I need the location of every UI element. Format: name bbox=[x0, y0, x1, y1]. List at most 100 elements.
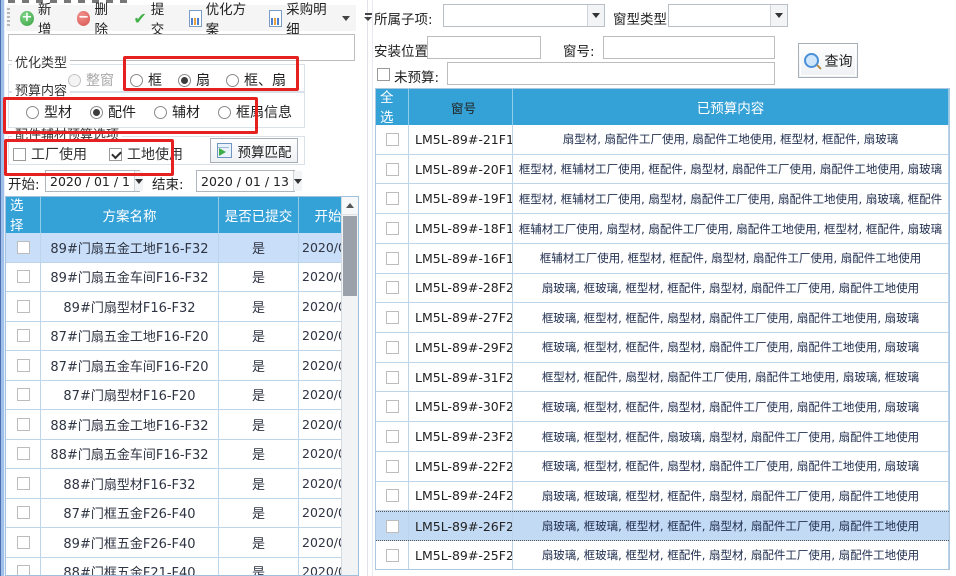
window-table-row[interactable]: LM5L-89#-21F19扇型材, 扇配件工厂使用, 扇配件工地使用, 框型材… bbox=[376, 125, 949, 155]
row-checkbox[interactable] bbox=[386, 222, 399, 235]
window-type-dropdown-button[interactable] bbox=[770, 5, 787, 26]
plan-table-scrollbar[interactable] bbox=[341, 197, 358, 575]
window-row-select-cell bbox=[376, 244, 409, 273]
belong-sub-combobox[interactable] bbox=[443, 4, 605, 27]
row-checkbox[interactable] bbox=[17, 506, 30, 519]
query-button[interactable]: 查询 bbox=[798, 43, 858, 78]
checkbox-icon[interactable] bbox=[109, 148, 122, 161]
row-checkbox[interactable] bbox=[386, 400, 399, 413]
start-date-picker[interactable]: 2020 / 01 / 1 bbox=[45, 170, 140, 192]
row-checkbox[interactable] bbox=[17, 447, 30, 460]
end-date-dropdown-button[interactable] bbox=[293, 171, 302, 191]
plan-submitted-cell: 是 bbox=[219, 558, 299, 576]
row-checkbox[interactable] bbox=[386, 281, 399, 294]
optimize-type-option[interactable]: 扇 bbox=[178, 70, 210, 90]
optimize-type-option[interactable]: 框 bbox=[130, 70, 162, 90]
optimize-type-option[interactable]: 框、扇 bbox=[226, 70, 286, 90]
usage-checkbox-item[interactable]: 工厂使用 bbox=[13, 144, 87, 164]
row-checkbox[interactable] bbox=[17, 536, 30, 549]
row-checkbox[interactable] bbox=[386, 133, 399, 146]
plan-table-row[interactable]: 87#门扇五金工地F16-F20是2020/0 bbox=[6, 322, 358, 352]
row-checkbox[interactable] bbox=[386, 520, 399, 533]
row-checkbox[interactable] bbox=[17, 329, 30, 342]
belong-sub-dropdown-button[interactable] bbox=[587, 5, 604, 26]
budget-content-option[interactable]: 配件 bbox=[90, 102, 136, 122]
row-checkbox[interactable] bbox=[17, 565, 30, 576]
select-header-label: 选择 bbox=[10, 197, 36, 233]
usage-options-checkboxes: 工厂使用 工地使用 bbox=[13, 144, 183, 164]
plan-table-row[interactable]: 87#门扇型材F16-F20是2020/0 bbox=[6, 381, 358, 411]
chevron-down-icon[interactable] bbox=[342, 16, 350, 21]
row-checkbox[interactable] bbox=[386, 430, 399, 443]
window-table-row[interactable]: LM5L-89#-28F26扇玻璃, 框玻璃, 框型材, 框配件, 扇型材, 扇… bbox=[376, 274, 949, 304]
window-number-input[interactable] bbox=[603, 36, 775, 59]
window-table-row[interactable]: LM5L-89#-26F24扇玻璃, 框玻璃, 框型材, 框配件, 扇型材, 扇… bbox=[376, 511, 949, 541]
plan-table-row[interactable]: 88#门扇五金车间F16-F32是2020/0 bbox=[6, 440, 358, 470]
toolbar-overflow-button[interactable] bbox=[361, 8, 375, 26]
row-checkbox[interactable] bbox=[17, 300, 30, 313]
no-budget-checkbox[interactable] bbox=[377, 68, 390, 81]
row-checkbox[interactable] bbox=[17, 241, 30, 254]
row-checkbox[interactable] bbox=[17, 477, 30, 490]
row-checkbox[interactable] bbox=[386, 192, 399, 205]
row-checkbox[interactable] bbox=[386, 341, 399, 354]
row-checkbox[interactable] bbox=[386, 549, 399, 562]
scrollbar-thumb[interactable] bbox=[343, 216, 357, 296]
window-type-combobox[interactable] bbox=[668, 4, 788, 27]
window-table-row[interactable]: LM5L-89#-20F18框型材, 框辅材工厂使用, 框配件, 扇型材, 扇配… bbox=[376, 155, 949, 185]
row-checkbox[interactable] bbox=[386, 252, 399, 265]
row-checkbox[interactable] bbox=[386, 460, 399, 473]
window-table-row[interactable]: LM5L-89#-19F17框型材, 框辅材工厂使用, 扇型材, 扇配件工厂使用… bbox=[376, 184, 949, 214]
plan-table-row[interactable]: 88#门扇五金工地F16-F32是2020/0 bbox=[6, 410, 358, 440]
plan-table-row[interactable]: 87#门扇五金车间F16-F20是2020/0 bbox=[6, 351, 358, 381]
window-table-row[interactable]: LM5L-89#-16F15框辅材工厂使用, 框型材, 框配件, 扇型材, 扇配… bbox=[376, 244, 949, 274]
row-checkbox[interactable] bbox=[386, 163, 399, 176]
row-checkbox[interactable] bbox=[17, 388, 30, 401]
window-number-column-header: 窗号 bbox=[409, 89, 513, 125]
no-budget-input[interactable] bbox=[447, 62, 775, 85]
row-checkbox[interactable] bbox=[386, 311, 399, 324]
install-position-input[interactable] bbox=[427, 36, 541, 59]
window-table-row[interactable]: LM5L-89#-27F25框玻璃, 框型材, 框配件, 扇型材, 扇配件工厂使… bbox=[376, 303, 949, 333]
window-table-row[interactable]: LM5L-89#-25F23扇玻璃, 框玻璃, 框型材, 框配件, 扇型材, 扇… bbox=[376, 541, 949, 570]
plan-row-select-cell bbox=[6, 351, 41, 380]
end-date-picker[interactable]: 2020 / 01 / 13 bbox=[196, 170, 295, 192]
row-checkbox[interactable] bbox=[17, 418, 30, 431]
window-table-row[interactable]: LM5L-89#-24F22扇玻璃, 框玻璃, 框型材, 框配件, 扇型材, 扇… bbox=[376, 482, 949, 512]
usage-checkbox-item[interactable]: 工地使用 bbox=[109, 144, 183, 164]
window-table-row[interactable]: LM5L-89#-18F16框辅材工厂使用, 扇型材, 扇配件工厂使用, 扇配件… bbox=[376, 214, 949, 244]
window-number-cell: LM5L-89#-21F19 bbox=[409, 125, 513, 154]
window-table-row[interactable]: LM5L-89#-22F20框玻璃, 框型材, 框配件, 扇型材, 扇配件工厂使… bbox=[376, 452, 949, 482]
window-table-row[interactable]: LM5L-89#-31F29框型材, 框配件, 扇型材, 扇配件工厂使用, 扇配… bbox=[376, 363, 949, 393]
pane-divider bbox=[367, 0, 368, 576]
plan-table-row[interactable]: 89#门扇型材F16-F32是2020/0 bbox=[6, 292, 358, 322]
scrollbar-up-button[interactable] bbox=[342, 197, 358, 215]
plan-name-cell: 88#门扇五金车间F16-F32 bbox=[41, 440, 219, 469]
budgeted-content-cell: 扇型材, 扇配件工厂使用, 扇配件工地使用, 框型材, 框配件, 扇玻璃 bbox=[513, 125, 949, 154]
checkbox-icon[interactable] bbox=[13, 148, 26, 161]
budget-match-button[interactable]: 预算匹配 bbox=[210, 138, 298, 163]
plan-table-row[interactable]: 88#门框五金F21-F40是2020/0 bbox=[6, 558, 358, 576]
budget-content-option[interactable]: 框扇信息 bbox=[218, 102, 292, 122]
plan-submitted-cell: 是 bbox=[219, 292, 299, 321]
window-type-label: 窗型类型: bbox=[613, 8, 672, 28]
row-checkbox[interactable] bbox=[17, 270, 30, 283]
budgeted-content-cell: 框玻璃, 框型材, 框配件, 扇玻璃, 扇型材, 扇配件工厂使用, 扇配件工地使… bbox=[513, 422, 949, 451]
plan-table-row[interactable]: 89#门扇五金工地F16-F32是2020/0 bbox=[6, 233, 358, 263]
window-table-row[interactable]: LM5L-89#-23F21框玻璃, 框型材, 框配件, 扇玻璃, 扇型材, 扇… bbox=[376, 422, 949, 452]
plan-table-row[interactable]: 89#门框五金F26-F40是2020/0 bbox=[6, 528, 358, 558]
row-checkbox[interactable] bbox=[386, 371, 399, 384]
window-table-row[interactable]: LM5L-89#-29F27框玻璃, 框型材, 框配件, 扇型材, 扇配件工厂使… bbox=[376, 333, 949, 363]
window-number-cell: LM5L-89#-29F27 bbox=[409, 333, 513, 362]
window-table-row[interactable]: LM5L-89#-30F28框玻璃, 框型材, 框配件, 扇型材, 扇配件工厂使… bbox=[376, 392, 949, 422]
row-checkbox[interactable] bbox=[17, 359, 30, 372]
budget-content-option[interactable]: 辅材 bbox=[154, 102, 200, 122]
plan-table-row[interactable]: 88#门扇型材F16-F32是2020/0 bbox=[6, 469, 358, 499]
plan-table-row[interactable]: 89#门扇五金车间F16-F32是2020/0 bbox=[6, 263, 358, 293]
plan-table-row[interactable]: 87#门框五金F26-F40是2020/0 bbox=[6, 499, 358, 529]
toolbar-grip[interactable] bbox=[7, 8, 10, 28]
start-date-dropdown-button[interactable] bbox=[134, 171, 143, 191]
budget-content-option[interactable]: 型材 bbox=[26, 102, 72, 122]
report-icon bbox=[269, 10, 282, 27]
row-checkbox[interactable] bbox=[386, 489, 399, 502]
